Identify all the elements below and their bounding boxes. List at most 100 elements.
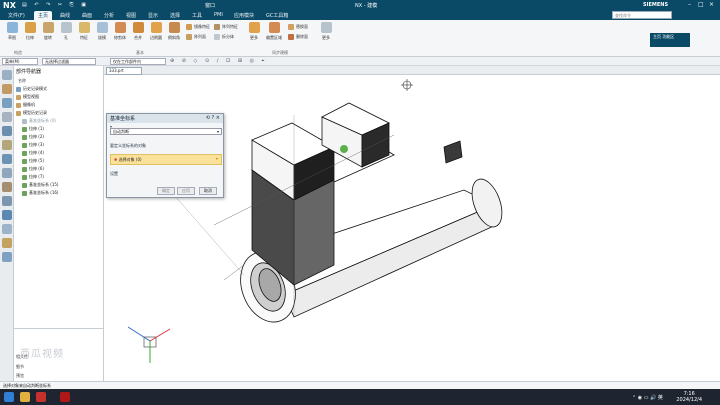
tree-item-extrude-1[interactable]: 拉伸 (1) — [22, 126, 44, 133]
window-menu[interactable]: 窗口 — [205, 2, 215, 9]
crosshair-icon — [401, 79, 413, 91]
tree-item-datum-csys-0[interactable]: 基准坐标系 (0) — [22, 118, 56, 125]
unite-button[interactable]: 合并 — [130, 22, 146, 41]
tree-item-history-mode[interactable]: 历史记录模式 — [16, 86, 47, 93]
tree-item-extrude-7[interactable]: 拉伸 (7) — [22, 174, 44, 181]
menu-applications[interactable]: 应用模块 — [230, 11, 258, 20]
minimize-button[interactable]: – — [688, 1, 691, 8]
app-icon[interactable] — [36, 392, 46, 402]
more-sync-button[interactable]: 更多 — [318, 22, 334, 41]
system-materials-icon[interactable] — [2, 182, 12, 192]
revolve-button[interactable]: 旋转 — [40, 22, 56, 41]
process-studio-icon[interactable] — [2, 196, 12, 206]
roles-icon[interactable] — [2, 210, 12, 220]
reference-section-label[interactable]: 要定义坐标系的对象 — [110, 143, 146, 149]
select-object-field[interactable]: ✱ 选择对象 (0) ⌖ — [110, 154, 222, 165]
ribbon-home-panel[interactable]: 主页 功能区 — [650, 33, 690, 47]
checkmark-icon — [22, 158, 27, 164]
pattern-face-button[interactable]: 阵列面 — [186, 34, 206, 40]
extrude-button[interactable]: 拉伸 — [22, 22, 38, 41]
offset-region-button[interactable]: 偏置区域 — [266, 22, 282, 41]
tree-item-datum-csys-15[interactable]: 基准坐标系 (15) — [22, 182, 58, 189]
edge-blend-button[interactable]: 边倒圆 — [148, 22, 164, 41]
snap-toolbar[interactable]: ⊕ ⊘ ◇ ⊙ ∕ ⊡ ⊞ ◎ ⌖ — [170, 58, 267, 64]
more-button[interactable]: 更多 — [246, 22, 262, 41]
menu-curve[interactable]: 曲线 — [56, 11, 74, 20]
navigator-title: 部件导航器 — [16, 69, 42, 75]
part-navigator-icon[interactable] — [2, 84, 12, 94]
csys-picker-icon[interactable]: ⌖ — [216, 156, 218, 161]
clock[interactable]: 7:16 2024/12/4 — [676, 391, 702, 403]
accordion-preview[interactable]: 预览 — [16, 373, 24, 379]
tree-item-extrude-3[interactable]: 拉伸 (3) — [22, 142, 44, 149]
tree-item-extrude-2[interactable]: 拉伸 (2) — [22, 134, 44, 141]
hole-button[interactable]: 孔 — [58, 22, 74, 41]
scope-dropdown[interactable]: 仅在工作部件内 — [110, 58, 166, 65]
tree-item-model-history[interactable]: 模型历史记录 — [16, 110, 47, 117]
draft-button[interactable]: 拔模 — [94, 22, 110, 41]
tree-item-extrude-4[interactable]: 拉伸 (4) — [22, 150, 44, 157]
split-body-button[interactable]: 拆分体 — [214, 34, 234, 40]
settings-section[interactable]: 设置 — [110, 171, 118, 177]
maximize-button[interactable]: □ — [698, 1, 704, 8]
dialog-close-icon[interactable]: ⟲ ? × — [206, 115, 220, 121]
system-scenes-icon[interactable] — [2, 224, 12, 234]
history-icon[interactable] — [2, 168, 12, 178]
menu-pmi[interactable]: PMI — [210, 11, 227, 20]
close-button[interactable]: × — [709, 1, 714, 8]
windows-start-icon[interactable] — [4, 392, 14, 402]
folder-icon — [16, 102, 21, 108]
tree-item-extrude-6[interactable]: 拉伸 (6) — [22, 166, 44, 173]
sketch-button[interactable]: 草图 — [4, 22, 20, 41]
chamfer-button[interactable]: 倒斜角 — [166, 22, 182, 41]
type-dropdown[interactable]: 自动判断 ▾ — [110, 128, 222, 135]
extrude-icon — [24, 22, 36, 33]
trim-body-button[interactable]: 修剪体 — [112, 22, 128, 41]
hd3d-tools-icon[interactable] — [2, 140, 12, 150]
cancel-button[interactable]: 取消 — [199, 187, 217, 195]
pattern-face-icon — [186, 34, 192, 40]
constraint-navigator-icon[interactable] — [2, 112, 12, 122]
palette-icon[interactable] — [2, 238, 12, 248]
menu-gc-toolbox[interactable]: GC工具箱 — [262, 11, 292, 20]
menu-analysis[interactable]: 分析 — [100, 11, 118, 20]
feature-button[interactable]: 特征 — [76, 22, 92, 41]
assembly-navigator-icon[interactable] — [2, 98, 12, 108]
menu-display[interactable]: 显示 — [144, 11, 162, 20]
reuse-library-icon[interactable] — [2, 126, 12, 136]
menu-tools[interactable]: 工具 — [188, 11, 206, 20]
type-filter-dropdown[interactable]: 无选择过滤器 — [42, 58, 96, 65]
menu-surface[interactable]: 曲面 — [78, 11, 96, 20]
settings-icon[interactable] — [2, 70, 12, 80]
web-browser-icon[interactable] — [2, 154, 12, 164]
ok-button[interactable]: 确定 — [157, 187, 175, 195]
tree-item-cameras[interactable]: 摄像机 — [16, 102, 35, 109]
menu-home[interactable]: 主页 — [34, 11, 53, 20]
window-title: NX - 建模 — [355, 3, 378, 9]
knowledge-icon[interactable] — [2, 252, 12, 262]
tree-item-model-views[interactable]: 模型视图 — [16, 94, 39, 101]
delete-face-button[interactable]: 删除面 — [288, 34, 308, 40]
more-sync-icon — [320, 22, 332, 33]
tree-item-extrude-5[interactable]: 拉伸 (5) — [22, 158, 44, 165]
tree-item-datum-csys-16[interactable]: 基准坐标系 (16) — [22, 190, 58, 197]
system-tray[interactable]: ⌃ ◉ ▭ 🔊 英 — [632, 394, 663, 401]
replace-face-button[interactable]: 替换面 — [288, 24, 308, 30]
menu-file[interactable]: 文件(F) — [4, 11, 29, 20]
accordion-details[interactable]: 细节 — [16, 364, 24, 370]
datum-marker-icon[interactable] — [340, 145, 348, 153]
file-explorer-icon[interactable] — [20, 392, 30, 402]
tab-part-file[interactable]: 333.prt — [106, 67, 142, 75]
menu-select[interactable]: 选择 — [166, 11, 184, 20]
quick-access-toolbar[interactable]: ▤ ↶ ↷ ✂ ⎘ ▣ — [22, 2, 89, 8]
apply-button[interactable]: 应用 — [177, 187, 195, 195]
command-search-input[interactable]: 查找命令 — [612, 11, 672, 19]
menu-dropdown[interactable]: 菜单(M) — [2, 58, 38, 65]
menu-view[interactable]: 视图 — [122, 11, 140, 20]
pattern-feature-button[interactable]: 镜像特征 — [186, 24, 210, 30]
mirror-feature-button[interactable]: 阵列特征 — [214, 24, 238, 30]
nx-taskbar-icon[interactable] — [60, 392, 70, 402]
column-header-name[interactable]: 名称 — [18, 78, 26, 84]
checkmark-icon — [22, 150, 27, 156]
unite-icon — [132, 22, 144, 33]
